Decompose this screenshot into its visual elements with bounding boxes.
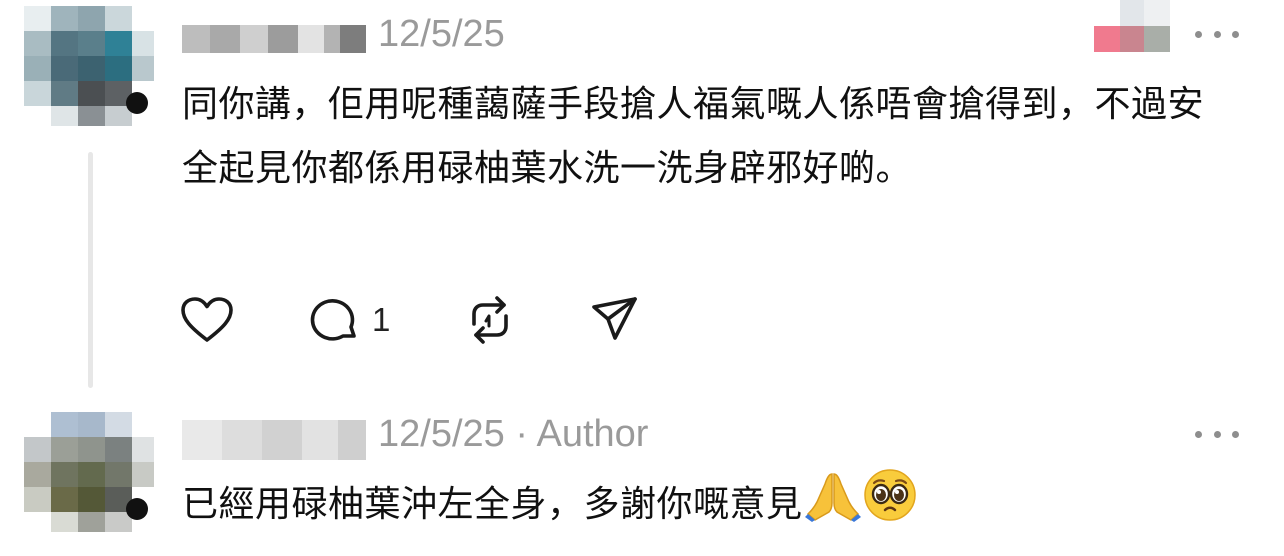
more-options-button[interactable]	[1195, 424, 1239, 444]
dot	[1213, 430, 1221, 438]
comment-text: 同你講，佢用呢種藹薩手段搶人福氣嘅人係唔會搶得到，不過安全起見你都係用碌柚葉水洗…	[182, 84, 1205, 189]
dot	[1195, 430, 1202, 438]
comment-text: 已經用碌柚葉沖左全身，多謝你嘅意見	[182, 468, 1222, 537]
dot	[1213, 30, 1221, 38]
avatar[interactable]	[24, 6, 154, 126]
paper-plane-icon	[592, 297, 637, 340]
avatar[interactable]	[24, 412, 154, 532]
share-button[interactable]	[590, 294, 640, 344]
speech-bubble-icon	[310, 299, 356, 341]
folded-hands-emoji	[804, 473, 861, 522]
comment-text-body: 已經用碌柚葉沖左全身，多謝你嘅意見	[182, 484, 803, 525]
repost-icon	[472, 296, 508, 344]
heart-icon	[181, 297, 233, 342]
username-redacted[interactable]	[182, 420, 366, 460]
thread-line	[88, 152, 93, 388]
date-text: 12/5/25	[378, 413, 505, 455]
badge-redacted	[1094, 0, 1170, 52]
dot	[1232, 430, 1239, 438]
reply-button[interactable]: 1	[308, 296, 390, 344]
like-button[interactable]	[180, 296, 234, 344]
comment-date: 12/5/25	[378, 13, 505, 55]
more-options-button[interactable]	[1195, 24, 1239, 44]
comment-date: 12/5/25 · Author	[378, 414, 648, 454]
repost-button[interactable]	[464, 294, 516, 346]
author-badge: · Author	[515, 413, 649, 455]
dot	[1195, 30, 1202, 38]
username-redacted[interactable]	[182, 25, 366, 53]
pleading-face-emoji	[863, 469, 916, 521]
reply-count: 1	[372, 301, 391, 338]
dot	[1232, 30, 1239, 38]
